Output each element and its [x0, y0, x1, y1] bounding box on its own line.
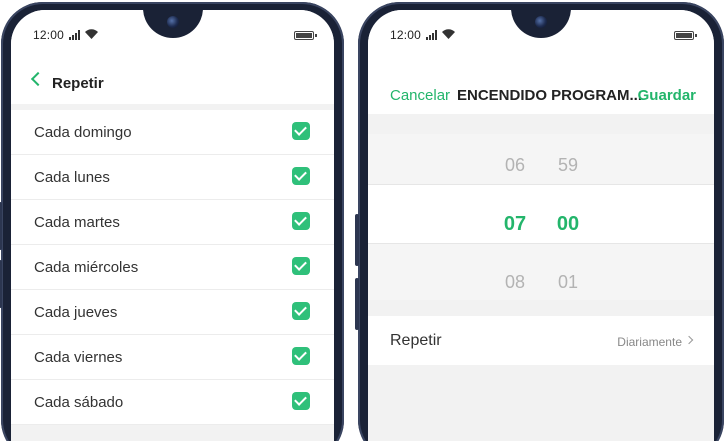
chevron-left-icon[interactable]: [30, 71, 46, 87]
day-label: Cada miércoles: [34, 259, 139, 276]
cancel-button[interactable]: Cancelar: [390, 87, 450, 104]
minute-prev[interactable]: 59: [553, 155, 583, 176]
signal-icon: [426, 30, 437, 40]
page-title: ENCENDIDO PROGRAM...: [457, 87, 643, 104]
list-item-day[interactable]: Cada domingo: [11, 110, 334, 155]
repeat-day-list: Cada domingo Cada lunes Cada martes Cada…: [11, 110, 334, 425]
checkbox-checked-icon[interactable]: [292, 212, 310, 230]
hour-prev[interactable]: 06: [500, 155, 530, 176]
front-camera: [166, 16, 179, 28]
repeat-label: Repetir: [390, 332, 442, 349]
hour-selected[interactable]: 07: [500, 213, 530, 236]
save-button[interactable]: Guardar: [638, 87, 696, 104]
front-camera: [535, 16, 547, 28]
status-time: 12:00: [33, 28, 65, 42]
checkbox-checked-icon[interactable]: [292, 167, 310, 185]
battery-icon: [674, 31, 697, 40]
picker-selection-band: [368, 184, 714, 244]
list-item-day[interactable]: Cada jueves: [11, 290, 334, 335]
hour-next[interactable]: 08: [500, 272, 530, 293]
list-item-day[interactable]: Cada martes: [11, 200, 334, 245]
wifi-icon: [85, 29, 98, 39]
day-label: Cada jueves: [34, 304, 118, 321]
checkbox-checked-icon[interactable]: [292, 257, 310, 275]
volume-button: [0, 202, 2, 250]
checkbox-checked-icon[interactable]: [292, 392, 310, 410]
screen-repeat: 12:00 Repetir Cada domingo Cada lunes Ca…: [11, 10, 334, 441]
day-label: Cada viernes: [34, 349, 123, 366]
page-title: Repetir: [52, 75, 104, 92]
checkbox-checked-icon[interactable]: [292, 302, 310, 320]
list-item-day[interactable]: Cada lunes: [11, 155, 334, 200]
list-item-day[interactable]: Cada sábado: [11, 380, 334, 425]
time-picker[interactable]: 06 59 07 00 08 01: [368, 134, 714, 300]
day-label: Cada lunes: [34, 169, 110, 186]
header-bar: Repetir: [11, 54, 334, 104]
list-item-day[interactable]: Cada miércoles: [11, 245, 334, 290]
day-label: Cada sábado: [34, 394, 124, 411]
screen-scheduled-power-on: 12:00 Cancelar ENCENDIDO PROGRAM... Guar…: [368, 10, 714, 441]
minute-next[interactable]: 01: [553, 272, 583, 293]
repeat-value: Diariamente: [617, 335, 682, 349]
minute-selected[interactable]: 00: [553, 213, 583, 236]
phone-frame-right: 12:00 Cancelar ENCENDIDO PROGRAM... Guar…: [355, 2, 724, 441]
status-time: 12:00: [390, 28, 422, 42]
checkbox-checked-icon[interactable]: [292, 347, 310, 365]
list-item-day[interactable]: Cada viernes: [11, 335, 334, 380]
power-button: [0, 260, 2, 308]
power-button: [355, 278, 359, 330]
volume-button: [355, 214, 359, 266]
header-bar: Cancelar ENCENDIDO PROGRAM... Guardar: [368, 54, 714, 114]
signal-icon: [69, 30, 80, 40]
wifi-icon: [442, 29, 455, 39]
day-label: Cada domingo: [34, 124, 132, 141]
phone-frame-left: 12:00 Repetir Cada domingo Cada lunes Ca…: [0, 2, 344, 441]
day-label: Cada martes: [34, 214, 120, 231]
checkbox-checked-icon[interactable]: [292, 122, 310, 140]
battery-icon: [294, 31, 317, 40]
chevron-right-icon: [684, 335, 694, 345]
repeat-setting-row[interactable]: Repetir Diariamente: [368, 316, 714, 365]
